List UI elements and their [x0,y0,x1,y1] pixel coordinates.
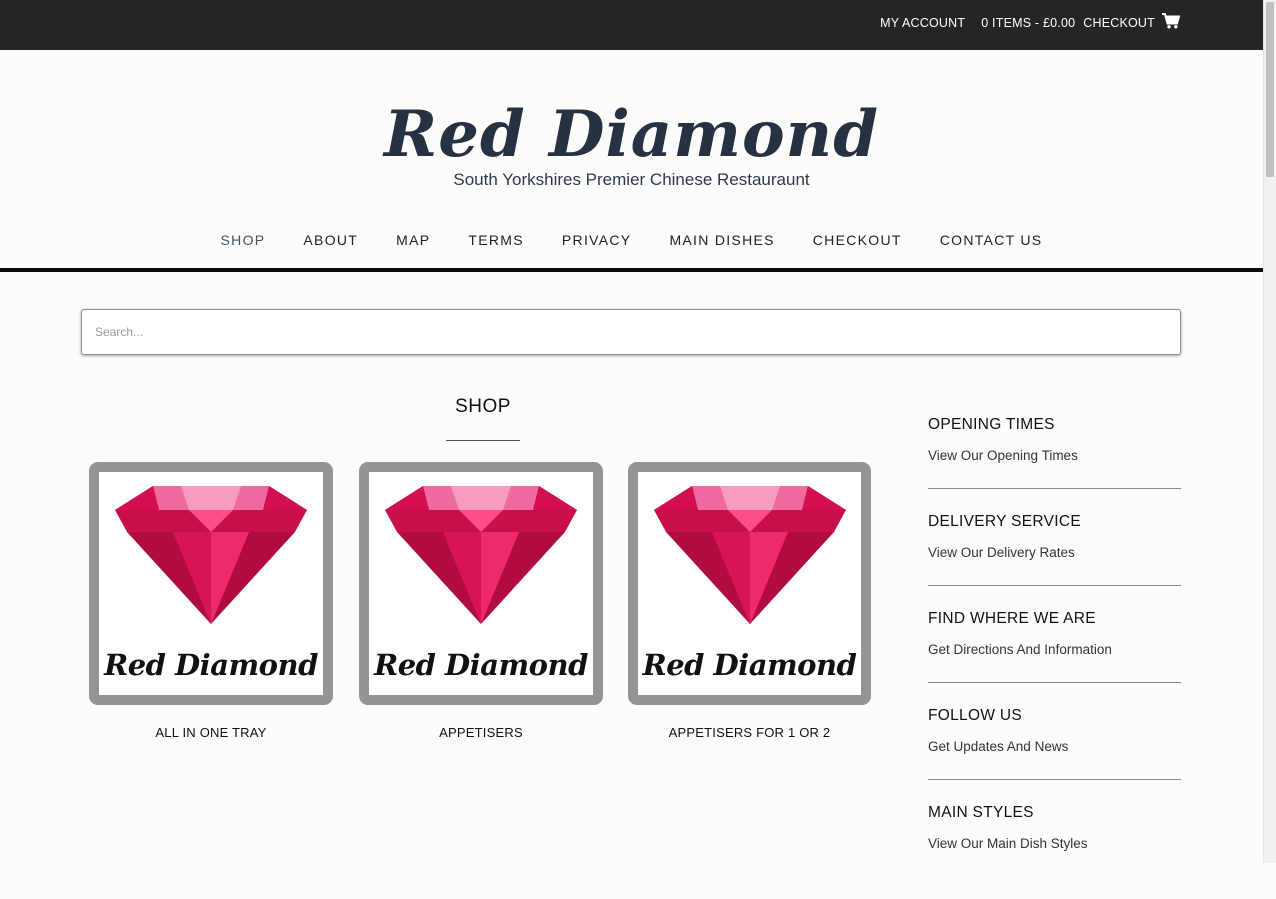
nav-divider [0,268,1263,272]
search-input[interactable] [81,309,1181,355]
product-card[interactable]: Red Diamond APPETISERS FOR 1 OR 2 [628,462,871,740]
cart-summary-link[interactable]: 0 ITEMS - £0.00 [981,16,1075,30]
widget-divider [928,682,1181,683]
widget-link[interactable]: View Our Opening Times [928,447,1181,465]
nav-item-checkout[interactable]: CHECKOUT [794,232,921,248]
widget-link[interactable]: Get Updates And News [928,738,1181,756]
product-image-logo-text: Red Diamond [104,648,318,682]
widget-link[interactable]: View Our Main Dish Styles [928,835,1181,853]
title-underline [446,440,520,441]
sidebar: OPENING TIMES View Our Opening Times DEL… [928,414,1181,899]
nav-item-map[interactable]: MAP [377,232,449,248]
main-navigation: SHOP ABOUT MAP TERMS PRIVACY MAIN DISHES… [0,232,1263,248]
diamond-icon [385,486,577,624]
product-image-logo-text: Red Diamond [642,648,857,682]
shopping-cart-icon[interactable] [1162,13,1181,29]
diamond-icon [115,486,307,624]
my-account-link[interactable]: MY ACCOUNT [880,16,965,30]
widget-link[interactable]: View Our Delivery Rates [928,544,1181,562]
product-image[interactable]: Red Diamond [89,462,333,705]
page-title: SHOP [455,396,511,417]
sidebar-widget-find-where-we-are: FIND WHERE WE ARE Get Directions And Inf… [928,608,1181,705]
widget-title: MAIN STYLES [928,804,1034,821]
widget-divider [928,779,1181,780]
product-image[interactable]: Red Diamond [359,462,603,705]
product-caption[interactable]: APPETISERS FOR 1 OR 2 [628,725,871,740]
sidebar-widget-follow-us: FOLLOW US Get Updates And News [928,705,1181,802]
page-scrollbar[interactable] [1263,0,1276,863]
widget-title: FIND WHERE WE ARE [928,610,1096,627]
widget-title: DELIVERY SERVICE [928,513,1081,530]
nav-item-main-dishes[interactable]: MAIN DISHES [650,232,793,248]
nav-item-terms[interactable]: TERMS [449,232,543,248]
nav-item-privacy[interactable]: PRIVACY [543,232,651,248]
product-image-logo-text: Red Diamond [374,648,588,682]
product-caption[interactable]: APPETISERS [359,725,603,740]
widget-link[interactable]: Get Directions And Information [928,641,1181,659]
widget-divider [928,585,1181,586]
scrollbar-thumb[interactable] [1266,2,1274,177]
site-logo-text[interactable]: Red Diamond [0,95,1263,175]
widget-title: FOLLOW US [928,707,1022,724]
top-checkout-link[interactable]: CHECKOUT [1083,16,1155,30]
product-image[interactable]: Red Diamond [628,462,871,705]
top-bar-links: MY ACCOUNT 0 ITEMS - £0.00 CHECKOUT [880,0,1181,46]
nav-item-about[interactable]: ABOUT [284,232,377,248]
site-tagline: South Yorkshires Premier Chinese Restaur… [453,170,810,189]
sidebar-widget-opening-times: OPENING TIMES View Our Opening Times [928,414,1181,511]
widget-divider [928,488,1181,489]
product-card[interactable]: Red Diamond APPETISERS [359,462,603,740]
product-caption[interactable]: ALL IN ONE TRAY [89,725,333,740]
widget-title: OPENING TIMES [928,416,1055,433]
diamond-icon [654,486,846,624]
nav-item-contact-us[interactable]: CONTACT US [921,232,1062,248]
nav-item-shop[interactable]: SHOP [202,232,285,248]
sidebar-widget-delivery-service: DELIVERY SERVICE View Our Delivery Rates [928,511,1181,608]
sidebar-widget-main-styles: MAIN STYLES View Our Main Dish Styles [928,802,1181,899]
top-bar: MY ACCOUNT 0 ITEMS - £0.00 CHECKOUT [0,0,1263,50]
product-card[interactable]: Red Diamond ALL IN ONE TRAY [89,462,333,740]
